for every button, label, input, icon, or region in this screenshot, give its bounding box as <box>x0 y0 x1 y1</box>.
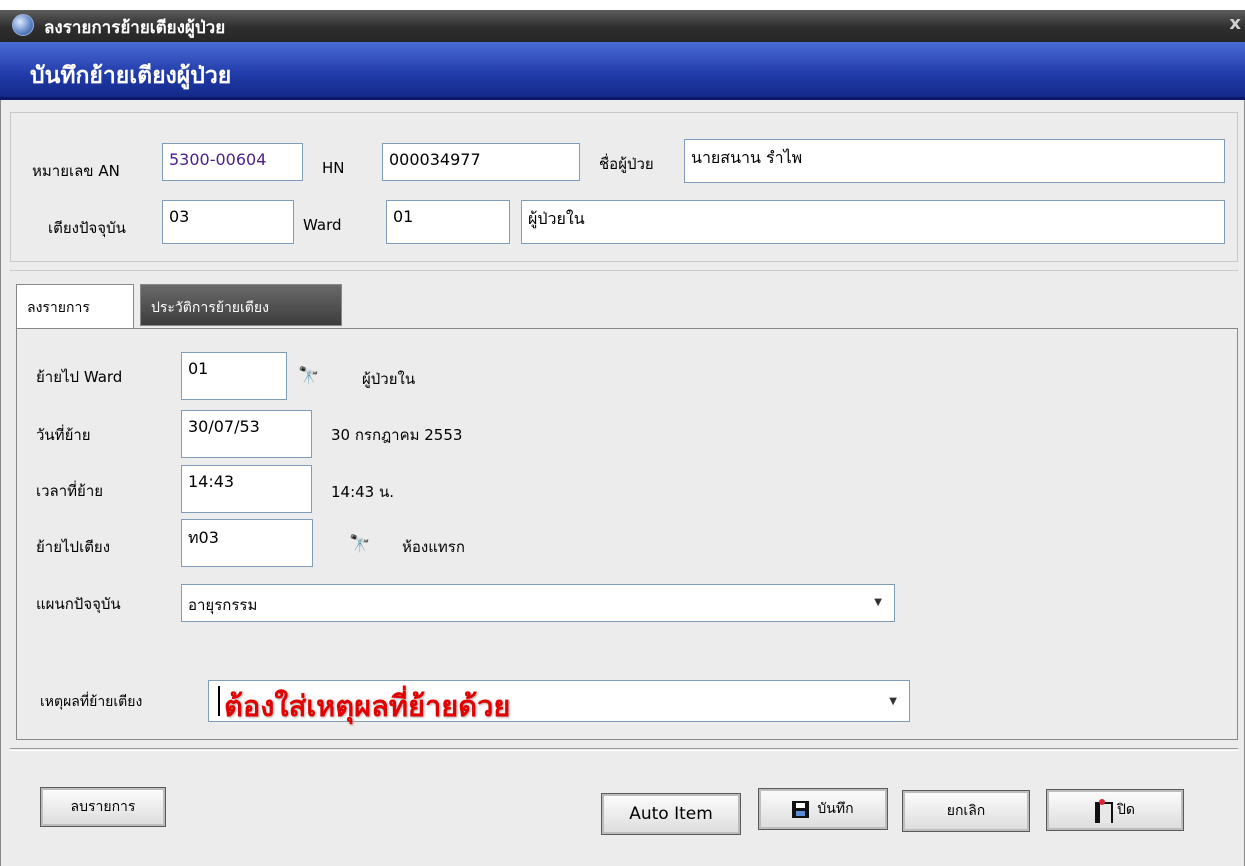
text-caret <box>218 686 220 716</box>
hn-field[interactable]: 000034977 <box>382 143 580 181</box>
app-icon <box>12 14 34 36</box>
current-dept-select[interactable]: อายุรกรรม ▼ <box>181 584 895 622</box>
tab-entry[interactable]: ลงรายการ <box>16 284 134 329</box>
move-date-label: วันที่ย้าย <box>36 426 91 444</box>
header-band: บันทึกย้ายเตียงผู้ป่วย <box>0 42 1245 100</box>
move-bed-field[interactable]: ท03 <box>181 519 313 567</box>
auto-item-label: Auto Item <box>629 804 713 824</box>
reason-warning: ต้องใส่เหตุผลที่ย้ายด้วย <box>224 689 511 723</box>
an-field[interactable]: 5300-00604 <box>162 143 303 181</box>
save-button[interactable]: บันทึก <box>758 788 888 830</box>
cancel-button[interactable]: ยกเลิก <box>902 790 1030 832</box>
auto-item-button[interactable]: Auto Item <box>601 793 741 835</box>
window-title: ลงรายการย้ายเตียงผู้ป่วย <box>44 18 226 38</box>
current-bed-label: เตียงปัจจุบัน <box>48 219 126 237</box>
tab-history[interactable]: ประวัติการย้ายเตียง <box>140 284 342 326</box>
chevron-down-icon[interactable]: ▼ <box>874 597 882 608</box>
close-button-label: ปิด <box>1117 802 1135 818</box>
move-bed-name: ห้องแทรก <box>402 538 465 556</box>
reason-label: เหตุผลที่ย้ายเตียง <box>40 694 143 710</box>
ward-label: Ward <box>303 216 342 234</box>
footer-divider <box>10 748 1238 751</box>
chevron-down-icon-reason[interactable]: ▼ <box>889 696 897 707</box>
binoculars-icon[interactable]: 🔭 <box>298 367 320 385</box>
move-ward-name: ผู้ป่วยใน <box>362 370 416 388</box>
ward-field[interactable]: 01 <box>386 200 510 244</box>
move-ward-field[interactable]: 01 <box>181 352 287 400</box>
move-ward-label: ย้ายไป Ward <box>36 368 123 386</box>
move-time-text: 14:43 น. <box>331 483 395 501</box>
current-dept-value: อายุรกรรม <box>188 596 258 614</box>
an-label: หมายเลข AN <box>32 162 120 180</box>
move-date-field[interactable]: 30/07/53 <box>181 410 312 458</box>
ward-name-field[interactable]: ผู้ป่วยใน <box>521 200 1225 244</box>
close-button[interactable]: ปิด <box>1046 789 1184 831</box>
current-bed-field[interactable]: 03 <box>162 200 294 244</box>
delete-button[interactable]: ลบรายการ <box>40 787 166 827</box>
window-titlebar: ลงรายการย้ายเตียงผู้ป่วย x <box>0 0 1245 42</box>
hn-label: HN <box>322 159 345 177</box>
current-dept-label: แผนกปัจจุบัน <box>36 595 121 613</box>
patient-name-field[interactable]: นายสนาน รำไพ <box>684 139 1225 183</box>
binoculars-icon-bed[interactable]: 🔭 <box>349 535 371 553</box>
move-date-text: 30 กรกฎาคม 2553 <box>331 426 463 444</box>
cancel-button-label: ยกเลิก <box>946 803 986 819</box>
exit-door-icon <box>1095 799 1113 823</box>
delete-button-label: ลบรายการ <box>70 799 136 815</box>
move-time-label: เวลาที่ย้าย <box>36 482 104 500</box>
move-bed-label: ย้ายไปเตียง <box>36 538 111 556</box>
save-icon <box>792 800 810 818</box>
move-time-field[interactable]: 14:43 <box>181 465 312 513</box>
save-button-label: บันทึก <box>817 801 854 817</box>
patient-name-label: ชื่อผู้ป่วย <box>599 155 654 173</box>
page-title: บันทึกย้ายเตียงผู้ป่วย <box>30 63 232 89</box>
close-icon[interactable]: x <box>1229 13 1241 34</box>
